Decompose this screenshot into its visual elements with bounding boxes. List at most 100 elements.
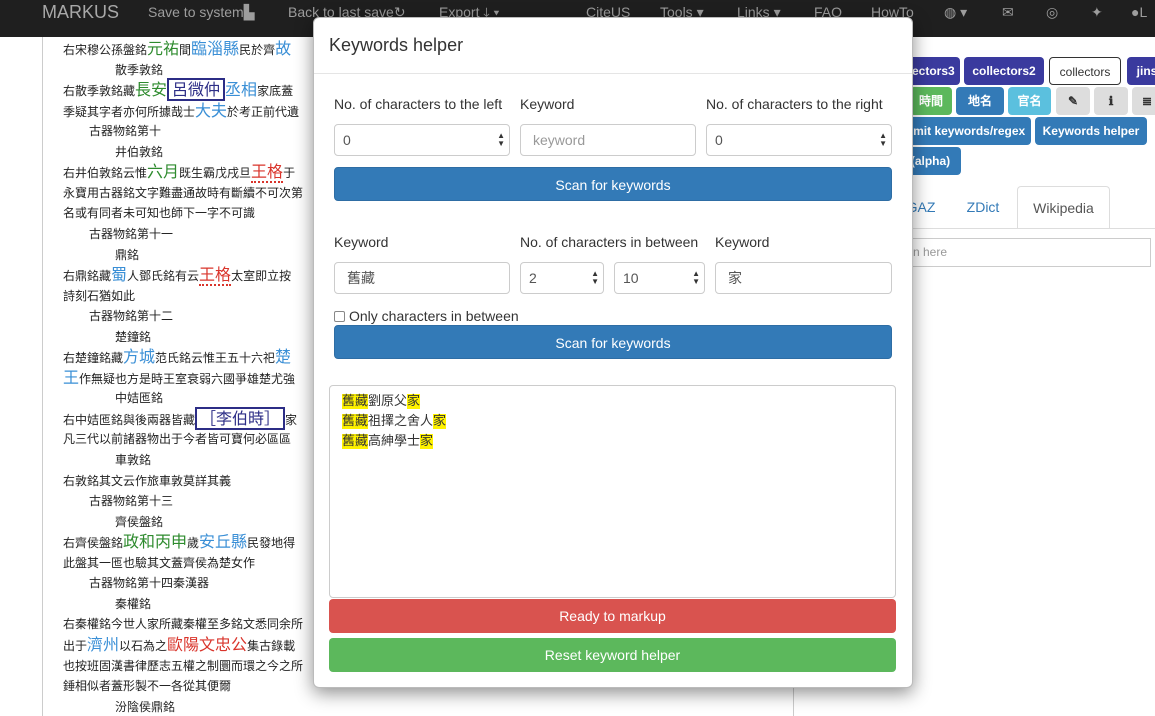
results-area[interactable]: 舊藏劉原父家 舊藏祖擇之舍人家 舊藏高紳學士家 bbox=[329, 385, 896, 598]
right-chars-label: No. of characters to the right bbox=[706, 96, 883, 112]
document-line: 右鼎銘藏蜀人鄧氏銘有云王格太室即立按 bbox=[63, 265, 292, 287]
document-line: 古器物銘第十 bbox=[89, 121, 161, 141]
place-name-button[interactable]: 地名 bbox=[956, 87, 1004, 115]
official-tag[interactable]: 王格 bbox=[199, 265, 232, 287]
keyword-label: Keyword bbox=[520, 96, 575, 112]
document-line: 此盤其一匜也驗其文蓋齊侯為楚女作 bbox=[63, 553, 255, 573]
reset-keyword-helper-button[interactable]: Reset keyword helper bbox=[329, 638, 896, 672]
place-tag[interactable]: 臨淄縣 bbox=[191, 39, 239, 58]
place-tag[interactable]: 蜀 bbox=[111, 265, 127, 284]
keyword-input[interactable]: keyword bbox=[520, 124, 696, 156]
left-chars-label: No. of characters to the left bbox=[334, 96, 503, 112]
left-chars-stepper[interactable]: 0 ▲ ▼ bbox=[334, 124, 510, 156]
jins-button[interactable]: jins bbox=[1127, 57, 1155, 85]
document-line: 永寶用古器銘文字難盡通故時有斷續不可次第 bbox=[63, 183, 303, 203]
brand-logo[interactable]: MARKUS bbox=[42, 0, 119, 25]
document-line: 中姞匜銘 bbox=[115, 388, 163, 408]
chars-between-label: No. of characters in between bbox=[520, 234, 699, 250]
result-middle-text: 祖擇之舍人 bbox=[368, 414, 434, 429]
place-tag[interactable]: 故 bbox=[275, 39, 291, 58]
omit-keywords-regex-button[interactable]: omit keywords/regex bbox=[900, 117, 1031, 145]
only-between-checkbox[interactable] bbox=[334, 311, 345, 322]
document-text: 于 bbox=[283, 166, 296, 181]
result-middle-text: 劉原父 bbox=[368, 394, 408, 409]
modal-title: Keywords helper bbox=[329, 35, 464, 55]
result-middle-text: 高紳學士 bbox=[368, 434, 421, 449]
time-tag[interactable]: 元祐 bbox=[147, 39, 179, 58]
official-title-button[interactable]: 官名 bbox=[1008, 87, 1051, 115]
wiki-search-input[interactable]: n here bbox=[900, 238, 1151, 267]
document-text: 秦權銘 bbox=[115, 596, 152, 611]
min-between-stepper[interactable]: 2 ▲ ▼ bbox=[520, 262, 604, 294]
time-tag[interactable]: 長安 bbox=[135, 80, 167, 99]
time-tag[interactable]: 政和丙申 bbox=[123, 532, 187, 551]
time-button[interactable]: 時間 bbox=[910, 87, 952, 115]
document-line: 汾陰侯鼎銘 bbox=[115, 697, 175, 716]
place-tag[interactable]: 丞相 bbox=[225, 80, 257, 99]
collectors2-button[interactable]: collectors2 bbox=[964, 57, 1044, 85]
right-chars-stepper[interactable]: 0 ▲ ▼ bbox=[706, 124, 892, 156]
place-tag[interactable]: 方城 bbox=[123, 347, 155, 366]
document-text: 右秦權銘今世人家所藏秦權至多銘文悉同余所 bbox=[63, 617, 304, 632]
stepper-arrows-icon[interactable]: ▲ ▼ bbox=[692, 270, 700, 286]
document-line: 右秦權銘今世人家所藏秦權至多銘文悉同余所 bbox=[63, 614, 303, 634]
document-text: 詩刻石猶如此 bbox=[63, 288, 136, 303]
document-text: 集古錄載 bbox=[247, 638, 296, 653]
max-between-stepper[interactable]: 10 ▲ ▼ bbox=[614, 262, 705, 294]
only-between-label[interactable]: Only characters in between bbox=[349, 308, 519, 324]
user-menu[interactable]: ●L bbox=[1131, 0, 1147, 25]
document-line: 鼎銘 bbox=[115, 245, 139, 265]
person-name-tag[interactable]: ［李伯時］ bbox=[195, 406, 286, 430]
stepper-arrows-icon[interactable]: ▲ ▼ bbox=[497, 132, 505, 148]
time-tag[interactable]: 六月 bbox=[147, 162, 179, 181]
place-tag[interactable]: 楚 bbox=[275, 347, 291, 366]
stepper-arrows-icon[interactable]: ▲ ▼ bbox=[591, 270, 599, 286]
edit-icon[interactable]: ✎ bbox=[1056, 87, 1090, 115]
document-line: 錘相似者蓋形製不一各從其便爾 bbox=[63, 676, 231, 696]
document-text: 出于 bbox=[63, 638, 88, 653]
document-line: 右齊侯盤銘政和丙申歲安丘縣民發地得 bbox=[63, 532, 295, 553]
document-text: 右中姞匜銘與後兩器皆藏 bbox=[63, 412, 196, 427]
place-tag[interactable]: 安丘縣 bbox=[199, 532, 247, 551]
document-text: 太室即立按 bbox=[231, 269, 292, 284]
keywords-helper-button[interactable]: Keywords helper bbox=[1035, 117, 1147, 145]
document-text: 既生霸戊戌旦 bbox=[179, 166, 252, 181]
document-line: 右井伯敦銘云惟六月既生霸戊戌旦王格于 bbox=[63, 162, 296, 184]
place-tag[interactable]: 王 bbox=[63, 368, 79, 387]
scan-keywords-button-2[interactable]: Scan for keywords bbox=[334, 325, 892, 359]
place-tag[interactable]: 大夫 bbox=[195, 101, 227, 120]
person-name-tag[interactable]: 呂微仲 bbox=[167, 78, 226, 102]
keyword1-label: Keyword bbox=[334, 234, 389, 250]
user-initial: L bbox=[1139, 4, 1148, 20]
twitter-icon[interactable]: ✦ bbox=[1091, 0, 1103, 25]
result-line: 舊藏劉原父家 bbox=[342, 392, 421, 412]
place-tag[interactable]: 濟州 bbox=[87, 635, 119, 654]
person-tag[interactable]: 歐陽文忠公 bbox=[167, 635, 247, 654]
keyword-highlight: 家 bbox=[420, 434, 434, 449]
collectors-button[interactable]: collectors bbox=[1049, 57, 1121, 85]
keyword-highlight: 家 bbox=[433, 414, 447, 429]
info-icon[interactable]: ℹ bbox=[1094, 87, 1128, 115]
official-tag[interactable]: 王格 bbox=[251, 162, 284, 184]
document-text: 凡三代以前諸器物出于今者皆可寶何必區區 bbox=[63, 432, 292, 447]
floppy-icon: ▙ bbox=[243, 4, 255, 20]
tab-zdict[interactable]: ZDict bbox=[950, 186, 1016, 228]
tab-wikipedia[interactable]: Wikipedia bbox=[1017, 186, 1110, 228]
save-to-system-button[interactable]: Save to system▙ bbox=[148, 0, 254, 25]
document-line: 右敦銘其文云作旅車敦莫詳其義 bbox=[63, 471, 231, 491]
scan-keywords-button-1[interactable]: Scan for keywords bbox=[334, 167, 892, 201]
weibo-icon[interactable]: ◎ bbox=[1046, 0, 1058, 25]
globe-icon[interactable]: ◍ ▾ bbox=[944, 0, 967, 25]
stepper-arrows-icon[interactable]: ▲ ▼ bbox=[879, 132, 887, 148]
document-line: 古器物銘第十四秦漢器 bbox=[89, 573, 209, 593]
keyword1-input[interactable]: 舊藏 bbox=[334, 262, 510, 294]
envelope-icon[interactable]: ✉ bbox=[1002, 0, 1014, 25]
ready-to-markup-button[interactable]: Ready to markup bbox=[329, 599, 896, 633]
keyword2-input[interactable]: 家 bbox=[715, 262, 892, 294]
keywords-helper-modal: Keywords helper No. of characters to the… bbox=[313, 17, 913, 688]
document-text: 古器物銘第十一 bbox=[89, 226, 174, 241]
document-text: 鼎銘 bbox=[115, 247, 140, 262]
document-line: 出于濟州以石為之歐陽文忠公集古錄載 bbox=[63, 635, 295, 656]
document-text: 歲 bbox=[187, 536, 200, 551]
list-icon[interactable]: ≣ bbox=[1132, 87, 1155, 115]
